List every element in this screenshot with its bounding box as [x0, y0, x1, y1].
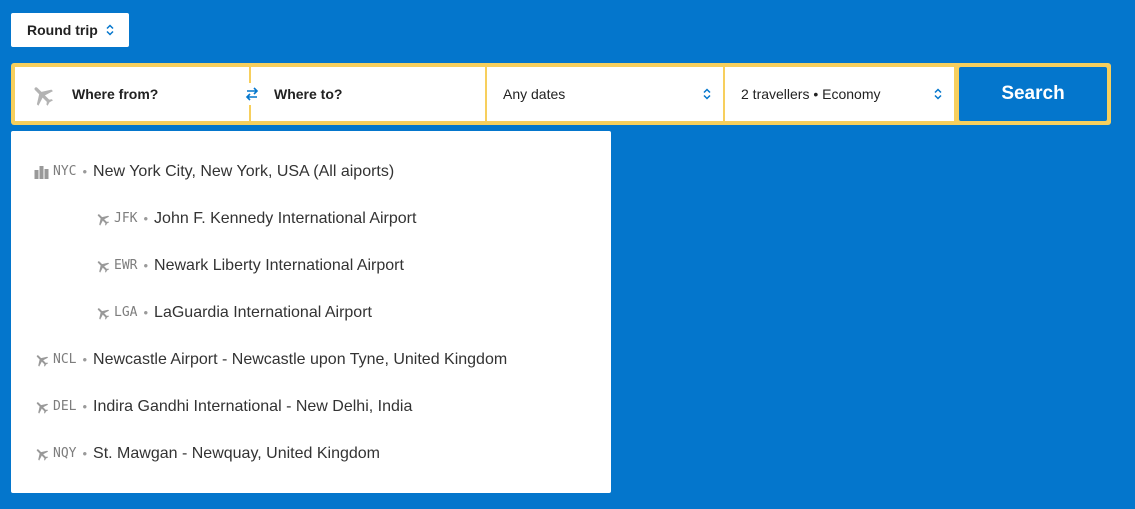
suggestions-dropdown: NYC • New York City, New York, USA (All …: [11, 131, 611, 493]
plane-icon: [94, 210, 111, 227]
plane-icon: [94, 257, 111, 274]
airport-name: LaGuardia International Airport: [154, 303, 372, 321]
search-button[interactable]: Search: [959, 67, 1107, 121]
plane-icon: [33, 351, 50, 368]
separator-dot: •: [143, 258, 149, 273]
airport-code: JFK: [114, 211, 138, 226]
airport-name: Indira Gandhi International - New Delhi,…: [93, 397, 413, 415]
separator-dot: •: [82, 164, 88, 179]
trip-type-select[interactable]: Round trip: [11, 13, 129, 47]
travellers-select[interactable]: 2 travellers • Economy: [725, 67, 954, 121]
up-down-chevron-icon: [703, 88, 711, 100]
airport-name: John F. Kennedy International Airport: [154, 209, 417, 227]
swap-icon: [245, 87, 259, 101]
city-icon: [33, 163, 50, 180]
up-down-chevron-icon: [934, 88, 942, 100]
separator-dot: •: [143, 211, 149, 226]
suggestion-item[interactable]: EWR • Newark Liberty International Airpo…: [11, 242, 611, 289]
suggestion-item[interactable]: NYC • New York City, New York, USA (All …: [11, 148, 611, 195]
airport-name: Newark Liberty International Airport: [154, 256, 404, 274]
travellers-label: 2 travellers • Economy: [741, 86, 881, 102]
separator-dot: •: [143, 305, 149, 320]
swap-button[interactable]: [241, 83, 263, 105]
airport-code: DEL: [53, 399, 77, 414]
airport-name: St. Mawgan - Newquay, United Kingdom: [93, 444, 380, 462]
destination-input[interactable]: Where to?: [251, 67, 485, 121]
separator-dot: •: [82, 352, 88, 367]
suggestion-item[interactable]: JFK • John F. Kennedy International Airp…: [11, 195, 611, 242]
plane-icon: [29, 82, 57, 111]
suggestion-item[interactable]: NQY • St. Mawgan - Newquay, United Kingd…: [11, 430, 611, 477]
destination-placeholder: Where to?: [274, 86, 343, 102]
suggestion-item[interactable]: NCL • Newcastle Airport - Newcastle upon…: [11, 336, 611, 383]
plane-icon: [33, 445, 50, 462]
plane-icon: [33, 398, 50, 415]
airport-code: LGA: [114, 305, 138, 320]
trip-type-label: Round trip: [27, 22, 98, 38]
airport-name: Newcastle Airport - Newcastle upon Tyne,…: [93, 350, 508, 368]
separator-dot: •: [82, 399, 88, 414]
airport-name: New York City, New York, USA (All aiport…: [93, 162, 395, 180]
suggestion-item[interactable]: LGA • LaGuardia International Airport: [11, 289, 611, 336]
airport-code: EWR: [114, 258, 138, 273]
separator-dot: •: [82, 446, 88, 461]
origin-input[interactable]: Where from?: [15, 67, 263, 121]
dates-label: Any dates: [503, 86, 566, 102]
dates-select[interactable]: Any dates: [487, 67, 723, 121]
up-down-chevron-icon: [106, 24, 114, 36]
plane-icon: [94, 304, 111, 321]
airport-code: NYC: [53, 164, 77, 179]
airport-code: NQY: [53, 446, 77, 461]
suggestion-item[interactable]: DEL • Indira Gandhi International - New …: [11, 383, 611, 430]
origin-placeholder: Where from?: [72, 86, 159, 102]
airport-code: NCL: [53, 352, 77, 367]
flight-search-form: Where from? Where to? Any dates 2 travel…: [11, 63, 1111, 125]
